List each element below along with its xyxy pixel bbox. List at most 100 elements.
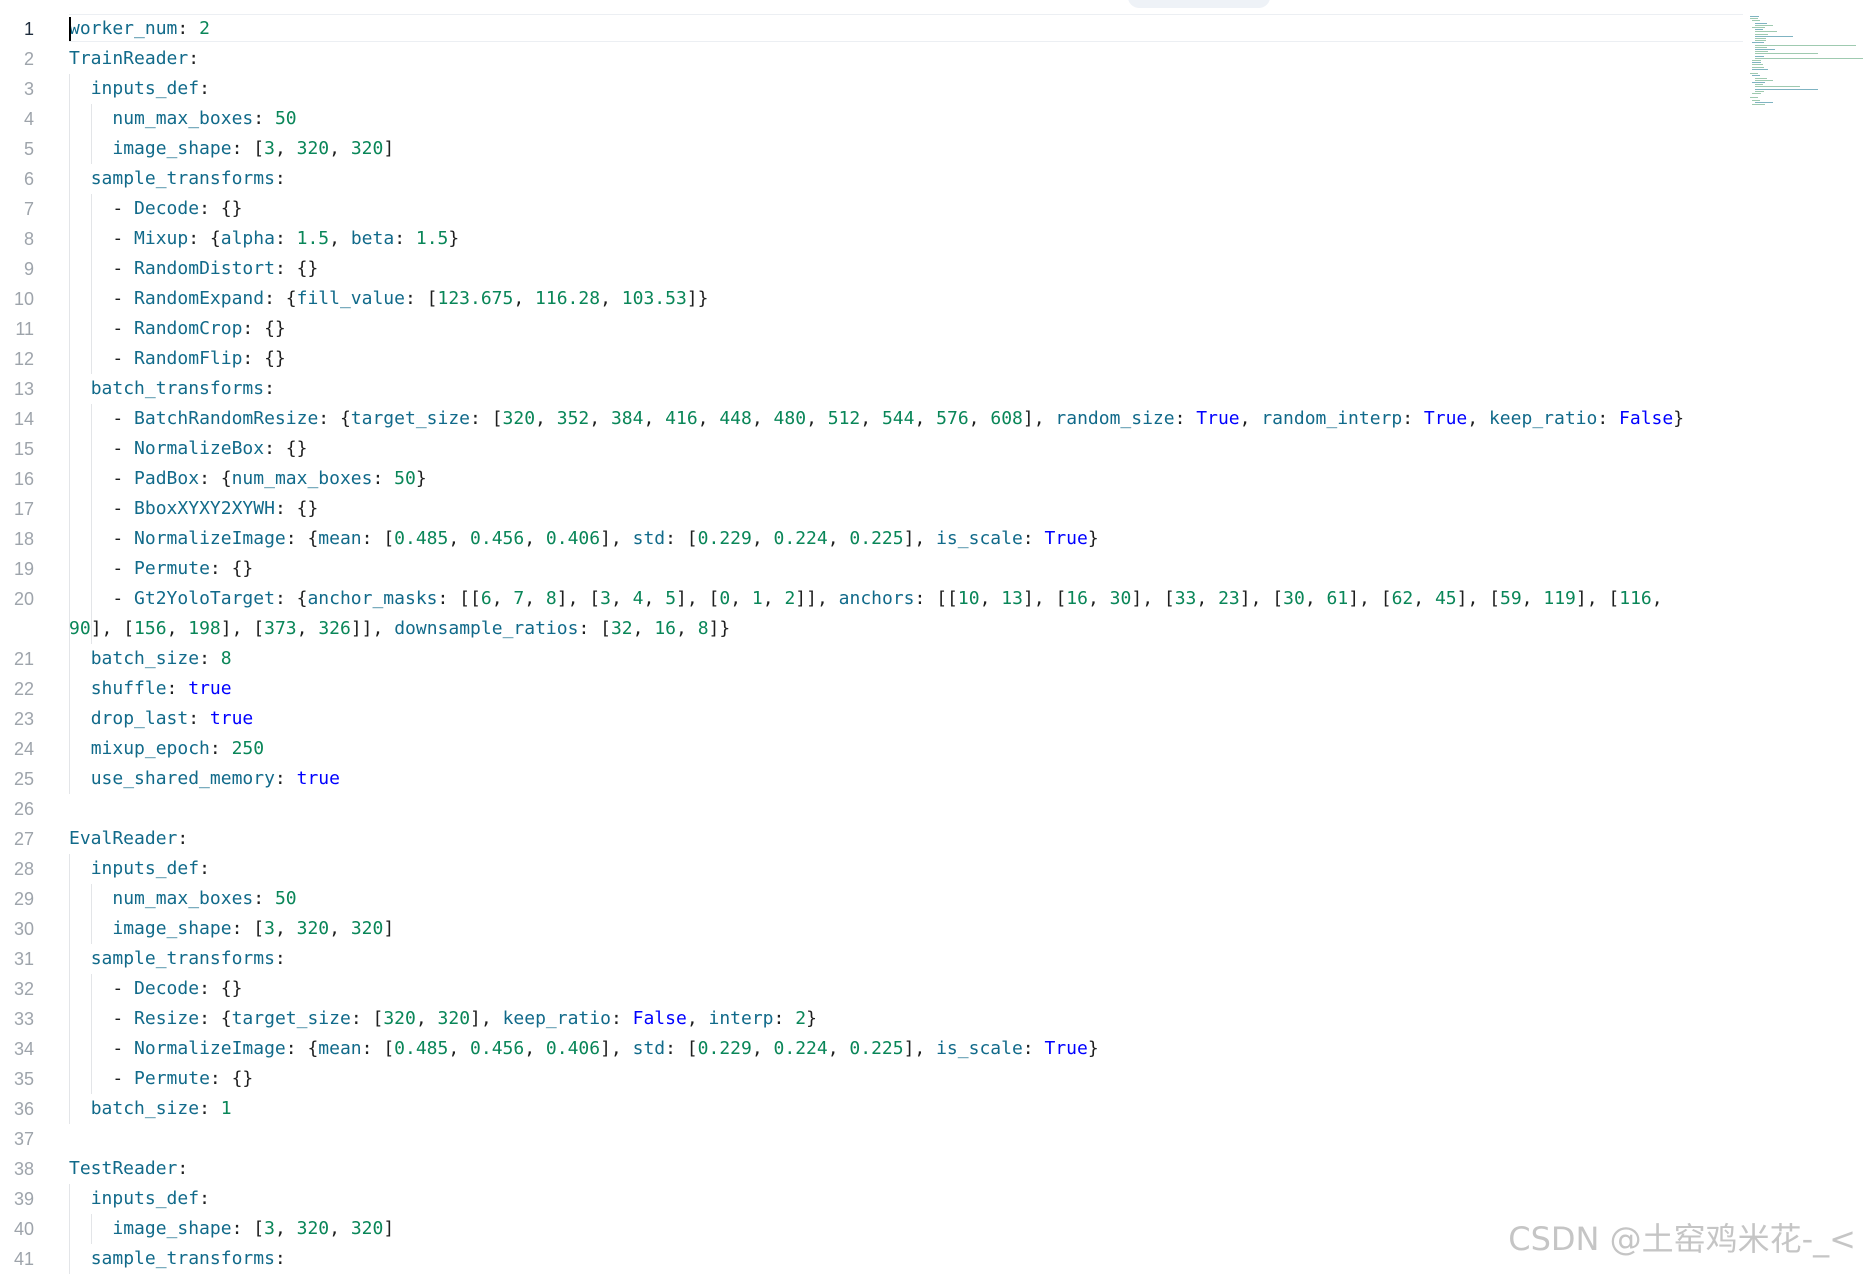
line-number: 2 [23, 49, 34, 69]
line-text: num_max_boxes: 50 [112, 888, 297, 909]
code-line[interactable]: 16 - PadBox: {num_max_boxes: 50} [0, 464, 1750, 494]
minimap-line [1754, 55, 1764, 57]
code-line[interactable]: 23 drop_last: true [0, 704, 1750, 734]
code-line[interactable]: 40 image_shape: [3, 320, 320] [0, 1214, 1750, 1244]
line-number: 13 [13, 379, 34, 399]
minimap-line [1754, 90, 1764, 92]
code-line[interactable]: 11 - RandomCrop: {} [0, 314, 1750, 344]
code-line[interactable]: 35 - Permute: {} [0, 1064, 1750, 1094]
minimap[interactable] [1750, 16, 1864, 116]
line-text: - RandomExpand: {fill_value: [123.675, 1… [69, 288, 709, 309]
code-line[interactable]: 39 inputs_def: [0, 1184, 1750, 1214]
code-line[interactable]: 12 - RandomFlip: {} [0, 344, 1750, 374]
line-text: image_shape: [3, 320, 320] [112, 138, 395, 159]
code-line[interactable]: 14 - BatchRandomResize: {target_size: [3… [0, 404, 1750, 434]
code-line[interactable]: 7 - Decode: {} [0, 194, 1750, 224]
line-number: 11 [15, 319, 34, 339]
code-line[interactable]: 3 inputs_def: [0, 74, 1750, 104]
minimap-line [1754, 44, 1857, 46]
minimap-line [1754, 57, 1863, 59]
line-text: inputs_def: [90, 1188, 210, 1209]
line-text: drop_last: true [90, 708, 254, 729]
code-line[interactable]: 2 TrainReader: [0, 44, 1750, 74]
line-text: inputs_def: [90, 858, 210, 879]
line-text: sample_transforms: [90, 168, 286, 189]
line-number: 19 [13, 559, 34, 579]
code-line[interactable]: 8 - Mixup: {alpha: 1.5, beta: 1.5} [0, 224, 1750, 254]
code-line[interactable]: 21 batch_size: 8 [0, 644, 1750, 674]
line-number: 15 [13, 439, 34, 459]
line-text: inputs_def: [90, 78, 210, 99]
line-number: 17 [13, 499, 34, 519]
code-line[interactable]: 33 - Resize: {target_size: [320, 320], k… [0, 1004, 1750, 1034]
code-line[interactable]: 29 num_max_boxes: 50 [0, 884, 1750, 914]
line-number: 10 [13, 289, 34, 309]
line-text: batch_transforms: [90, 378, 275, 399]
code-line[interactable]: 6 sample_transforms: [0, 164, 1750, 194]
code-line[interactable]: 19 - Permute: {} [0, 554, 1750, 584]
minimap-line [1754, 35, 1794, 37]
minimap-line [1750, 16, 1760, 17]
line-number: 3 [23, 79, 34, 99]
line-number: 38 [13, 1159, 34, 1179]
line-text: TrainReader: [69, 48, 200, 69]
minimap-line [1754, 40, 1766, 42]
code-line[interactable]: 41 sample_transforms: [0, 1244, 1750, 1274]
code-line[interactable]: 1 worker_num: 2 [0, 14, 1750, 44]
code-line[interactable]: 17 - BboxXYXY2XYWH: {} [0, 494, 1750, 524]
line-number: 28 [13, 859, 34, 879]
minimap-line [1754, 29, 1764, 31]
line-number: 26 [13, 799, 34, 819]
line-number: 18 [13, 529, 34, 549]
editor-tab[interactable] [1128, 0, 1270, 8]
code-line[interactable]: 37 [0, 1124, 1750, 1154]
minimap-line [1752, 60, 1762, 61]
line-number: 30 [13, 919, 34, 939]
watermark: CSDN @土窑鸡米花-_< [1508, 1220, 1856, 1258]
code-line[interactable]: 15 - NormalizeBox: {} [0, 434, 1750, 464]
code-line[interactable]: 25 use_shared_memory: true [0, 764, 1750, 794]
line-text: - Decode: {} [69, 198, 243, 219]
code-line[interactable]: 20 - Gt2YoloTarget: {anchor_masks: [[6, … [0, 584, 1750, 644]
code-line[interactable]: 36 batch_size: 1 [0, 1094, 1750, 1124]
code-line[interactable]: 5 image_shape: [3, 320, 320] [0, 134, 1750, 164]
line-text: - NormalizeImage: {mean: [0.485, 0.456, … [69, 528, 1099, 549]
line-number: 31 [13, 949, 34, 969]
code-line[interactable]: 10 - RandomExpand: {fill_value: [123.675… [0, 284, 1750, 314]
code-line[interactable]: 27 EvalReader: [0, 824, 1750, 854]
line-text: sample_transforms: [90, 1248, 286, 1269]
line-number: 22 [13, 679, 34, 699]
line-number: 27 [13, 829, 34, 849]
minimap-line [1752, 64, 1763, 66]
code-line[interactable]: 38 TestReader: [0, 1154, 1750, 1184]
text-cursor [69, 17, 71, 41]
code-line[interactable]: 4 num_max_boxes: 50 [0, 104, 1750, 134]
line-text: shuffle: true [90, 678, 232, 699]
line-number: 25 [13, 769, 34, 789]
line-text: image_shape: [3, 320, 320] [112, 1218, 395, 1239]
code-line[interactable]: 34 - NormalizeImage: {mean: [0.485, 0.45… [0, 1034, 1750, 1064]
line-number: 32 [13, 979, 34, 999]
minimap-line [1754, 33, 1769, 35]
code-line[interactable]: 30 image_shape: [3, 320, 320] [0, 914, 1750, 944]
code-line[interactable]: 31 sample_transforms: [0, 944, 1750, 974]
code-line[interactable]: 18 - NormalizeImage: {mean: [0.485, 0.45… [0, 524, 1750, 554]
code-line[interactable]: 13 batch_transforms: [0, 374, 1750, 404]
code-line[interactable]: 28 inputs_def: [0, 854, 1750, 884]
minimap-line [1752, 104, 1765, 105]
code-editor[interactable]: 1 worker_num: 2 2 TrainReader: 3 inputs_def:… [0, 14, 1864, 1274]
line-text: - Resize: {target_size: [320, 320], keep… [69, 1008, 817, 1029]
line-number: 6 [23, 169, 34, 189]
line-text: mixup_epoch: 250 [90, 738, 265, 759]
code-line[interactable]: 32 - Decode: {} [0, 974, 1750, 1004]
minimap-line [1754, 79, 1773, 81]
line-text: - Mixup: {alpha: 1.5, beta: 1.5} [69, 228, 460, 249]
minimap-line [1754, 31, 1778, 33]
minimap-line [1752, 99, 1761, 101]
line-text: image_shape: [3, 320, 320] [112, 918, 395, 939]
code-line[interactable]: 24 mixup_epoch: 250 [0, 734, 1750, 764]
line-number: 4 [23, 109, 34, 129]
code-line[interactable]: 9 - RandomDistort: {} [0, 254, 1750, 284]
code-line[interactable]: 22 shuffle: true [0, 674, 1750, 704]
code-line[interactable]: 26 [0, 794, 1750, 824]
